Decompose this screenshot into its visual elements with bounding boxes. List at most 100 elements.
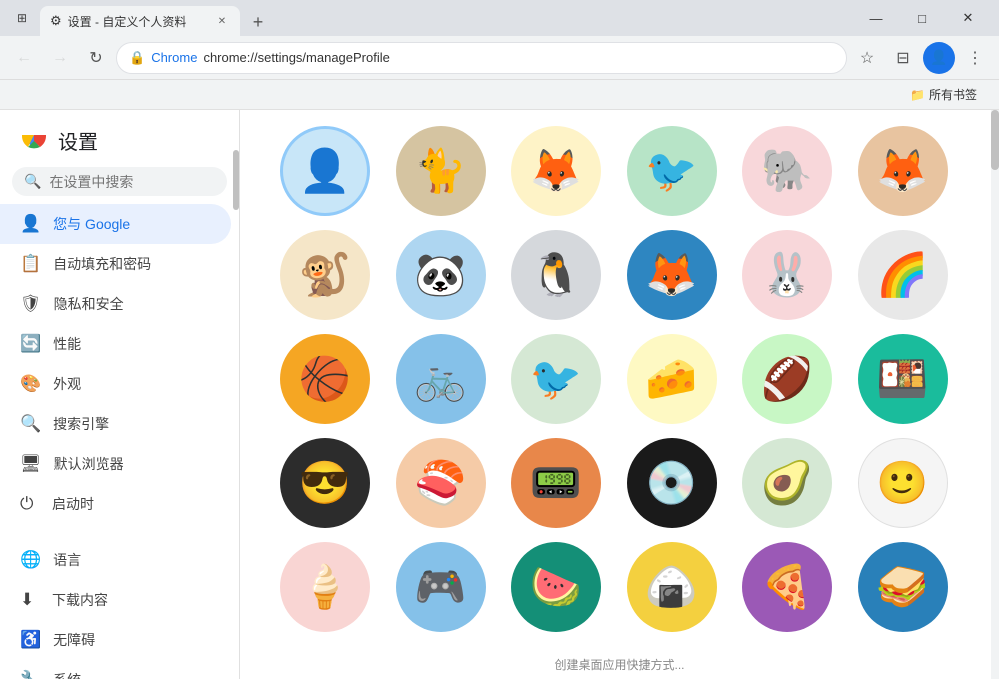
active-tab[interactable]: ⚙ 设置 - 自定义个人资料 ✕	[40, 6, 240, 36]
avatar-item[interactable]: 🍉	[511, 542, 601, 632]
close-btn[interactable]: ✕	[945, 0, 991, 36]
content-scrollbar-thumb	[991, 110, 999, 170]
avatar-item[interactable]: 🐰	[742, 230, 832, 320]
tab-close-btn[interactable]: ✕	[214, 13, 230, 29]
sidebar-item-label-autofill: 自动填充和密码	[53, 254, 151, 274]
sidebar-item-language[interactable]: 🌐 语言	[0, 540, 231, 580]
sidebar-item-downloads[interactable]: ⬇ 下载内容	[0, 580, 231, 620]
bookmark-btn[interactable]: ☆	[851, 42, 883, 74]
sidebar-item-label-system: 系统	[53, 670, 81, 679]
avatar-item[interactable]: 👤	[280, 126, 370, 216]
minimize-btn[interactable]: —	[853, 0, 899, 36]
avatar-item[interactable]: 🧀	[627, 334, 717, 424]
sidebar-item-startup[interactable]: ⏻ 启动时	[0, 484, 231, 524]
avatars-grid: 👤 🐈 🦊 🐦 🐘 🦊 🐒 🐼 🐧 🦊 🐰 🌈 🏀 🚲 🐦 🧀 🏈	[240, 110, 999, 648]
avatar-item[interactable]: 🍕	[742, 542, 832, 632]
extensions-btn[interactable]: ⊟	[887, 42, 919, 74]
avatar-item[interactable]: 🐼	[396, 230, 486, 320]
content-area: 👤 🐈 🦊 🐦 🐘 🦊 🐒 🐼 🐧 🦊 🐰 🌈 🏀 🚲 🐦 🧀 🏈	[240, 110, 999, 679]
avatar-item[interactable]: 🐈	[396, 126, 486, 216]
sidebar-scrollbar[interactable]	[233, 110, 239, 679]
sidebar-item-google[interactable]: 👤 您与 Google	[0, 204, 231, 244]
bookmarks-label: 所有书签	[929, 86, 977, 103]
avatar-item[interactable]: 🙂	[858, 438, 948, 528]
settings-title: 设置	[58, 126, 98, 155]
sidebar-search[interactable]: 🔍	[12, 167, 227, 196]
sidebar-item-label-appearance: 外观	[53, 374, 81, 394]
tab-title: 设置 - 自定义个人资料	[68, 13, 208, 30]
content-scrollbar-track[interactable]	[991, 110, 999, 679]
avatar-item[interactable]: 🏀	[280, 334, 370, 424]
avatar-item[interactable]: 💿	[627, 438, 717, 528]
avatar-item[interactable]: 🍱	[858, 334, 948, 424]
avatar-item[interactable]: 🎮	[396, 542, 486, 632]
window-controls-right: — □ ✕	[853, 0, 991, 36]
avatar-item[interactable]: 🥪	[858, 542, 948, 632]
profile-btn[interactable]: 👤	[923, 42, 955, 74]
sidebar-item-label-downloads: 下载内容	[52, 590, 108, 610]
avatar-item[interactable]: 🐧	[511, 230, 601, 320]
avatar-item[interactable]: 🐦	[511, 334, 601, 424]
avatar-item[interactable]: 📟	[511, 438, 601, 528]
avatar-item[interactable]: 🚲	[396, 334, 486, 424]
avatar-item[interactable]: 🍦	[280, 542, 370, 632]
sidebar-item-autofill[interactable]: 📋 自动填充和密码	[0, 244, 231, 284]
avatar-item[interactable]: 🦊	[627, 230, 717, 320]
sidebar-item-performance[interactable]: 🔄 性能	[0, 324, 231, 364]
sidebar-item-label-accessibility: 无障碍	[53, 630, 95, 650]
sidebar-item-browser[interactable]: 🖥 默认浏览器	[0, 444, 231, 484]
bookmarks-folder[interactable]: 📁 所有书签	[904, 84, 983, 105]
sidebar-header: 设置	[0, 110, 239, 163]
sidebar-item-system[interactable]: 🔧 系统	[0, 660, 231, 679]
downloads-icon: ⬇	[20, 590, 40, 610]
sidebar-item-accessibility[interactable]: ♿ 无障碍	[0, 620, 231, 660]
tab-favicon: ⚙	[50, 13, 62, 29]
sidebar-item-label-startup: 启动时	[52, 494, 94, 514]
avatar-item[interactable]: 🥑	[742, 438, 832, 528]
search-input[interactable]	[49, 174, 215, 190]
avatar-item[interactable]: 😎	[280, 438, 370, 528]
address-bar[interactable]: 🔒 Chrome chrome://settings/manageProfile	[116, 42, 847, 74]
browser-icon: 🖥	[20, 454, 42, 474]
sidebar-scrollbar-thumb	[233, 150, 239, 210]
menu-btn[interactable]: ⋮	[959, 42, 991, 74]
chrome-brand: Chrome	[151, 50, 197, 65]
system-icon: 🔧	[20, 670, 41, 679]
avatar-item[interactable]: 🦊	[511, 126, 601, 216]
sidebar-item-label-google: 您与 Google	[53, 214, 130, 234]
google-icon: 👤	[20, 214, 41, 234]
bottom-note: 创建桌面应用快捷方式...	[240, 648, 999, 679]
avatar-item[interactable]: 🍙	[627, 542, 717, 632]
sidebar-item-privacy[interactable]: 🛡 隐私和安全	[0, 284, 231, 324]
title-bar: ⊞ ⚙ 设置 - 自定义个人资料 ✕ + — □ ✕	[0, 0, 999, 36]
forward-btn[interactable]: →	[44, 42, 76, 74]
back-btn[interactable]: ←	[8, 42, 40, 74]
search-engine-icon: 🔍	[20, 414, 41, 434]
avatar-item[interactable]: 🐒	[280, 230, 370, 320]
tab-bar: ⚙ 设置 - 自定义个人资料 ✕ +	[40, 0, 853, 36]
new-tab-btn[interactable]: +	[244, 8, 272, 36]
startup-icon: ⏻	[20, 494, 40, 514]
nav-bar: ← → ↻ 🔒 Chrome chrome://settings/manageP…	[0, 36, 999, 80]
main-area: 设置 🔍 👤 您与 Google 📋 自动填充和密码 🛡 隐私和安全 🔄	[0, 110, 999, 679]
sidebar-item-search[interactable]: 🔍 搜索引擎	[0, 404, 231, 444]
avatar-item[interactable]: 🐦	[627, 126, 717, 216]
lock-icon: 🔒	[129, 50, 145, 66]
avatar-item[interactable]: 🌈	[858, 230, 948, 320]
accessibility-icon: ♿	[20, 630, 41, 650]
window-controls-left: ⊞	[8, 5, 36, 31]
tab-list-btn[interactable]: ⊞	[8, 5, 36, 31]
avatar-item[interactable]: 🦊	[858, 126, 948, 216]
maximize-btn[interactable]: □	[899, 0, 945, 36]
sidebar-item-appearance[interactable]: 🎨 外观	[0, 364, 231, 404]
refresh-btn[interactable]: ↻	[80, 42, 112, 74]
bookmarks-bar: 📁 所有书签	[0, 80, 999, 110]
avatar-item[interactable]: 🍣	[396, 438, 486, 528]
sidebar-item-label-privacy: 隐私和安全	[54, 294, 124, 314]
sidebar-item-label-performance: 性能	[53, 334, 81, 354]
avatar-item[interactable]: 🐘	[742, 126, 832, 216]
privacy-icon: 🛡	[20, 294, 42, 314]
sidebar-item-label-search: 搜索引擎	[53, 414, 109, 434]
avatar-item[interactable]: 🏈	[742, 334, 832, 424]
autofill-icon: 📋	[20, 254, 41, 274]
